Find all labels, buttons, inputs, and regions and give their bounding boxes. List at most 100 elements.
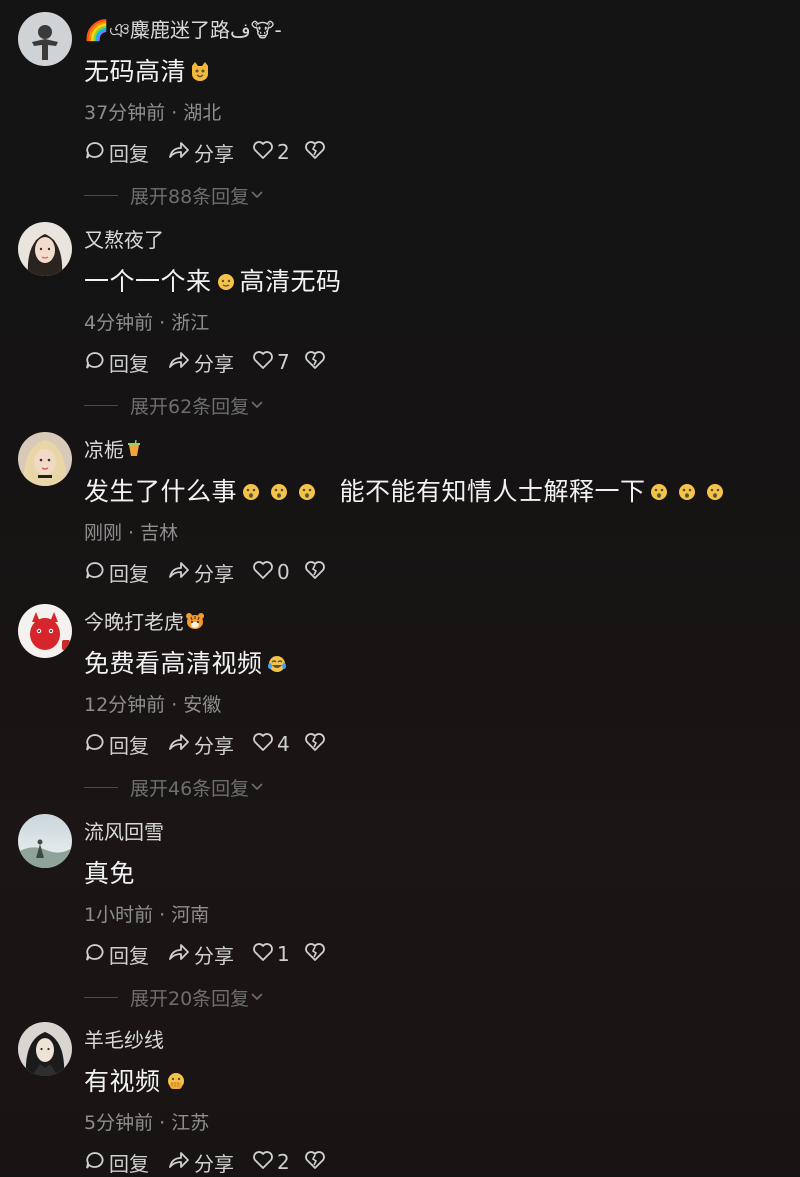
heart-icon [252,560,277,585]
reply-button[interactable]: 回复 [84,348,149,377]
comment-actions: 回复 分享 2 [84,1148,347,1176]
dislike-button[interactable] [304,942,329,967]
share-arrow-icon [167,941,194,968]
expand-replies[interactable]: 展开20条回复 [84,984,265,1011]
chevron-down-icon [249,777,265,799]
heart-icon [252,732,277,757]
broken-heart-icon [304,732,329,757]
expand-replies[interactable]: 展开62条回复 [84,392,265,419]
comment-text-part: 有视频 [84,1067,161,1096]
divider-line [84,405,118,406]
like-count: 2 [277,1150,290,1174]
speech-bubble-icon [84,941,109,968]
share-arrow-icon [167,1149,194,1176]
share-button[interactable]: 分享 [167,1148,234,1177]
username-text: 凉栀 [84,438,124,462]
time-location: 12分钟前 · 安徽 [84,694,222,716]
avatar[interactable] [18,1022,72,1076]
heart-icon [252,350,277,375]
share-button[interactable]: 分享 [167,730,234,759]
reply-label: 回复 [109,943,149,968]
like-count: 1 [277,942,290,966]
reply-button[interactable]: 回复 [84,138,149,167]
comment-actions: 回复 分享 4 [84,730,347,758]
peek-emoji-icon [164,1069,188,1098]
comment-text: 免费看高清视频 [84,644,291,680]
dislike-button[interactable] [304,732,329,757]
divider-line [84,195,118,196]
time-location: 5分钟前 · 江苏 [84,1112,210,1134]
shocked-emoji-icon [240,479,262,508]
reply-label: 回复 [109,351,149,376]
comment-text-part: 发生了什么事 [84,477,238,506]
share-label: 分享 [194,141,234,166]
avatar[interactable] [18,604,72,658]
share-button[interactable]: 分享 [167,348,234,377]
time-location: 37分钟前 · 湖北 [84,102,222,124]
username-text: 今晚打老虎 [84,610,184,634]
chevron-down-icon [249,987,265,1009]
like-button[interactable]: 1 [252,942,290,967]
comment-text-part: 高清无码 [239,267,342,296]
time-location: 1小时前 · 河南 [84,904,210,926]
share-arrow-icon [167,559,194,586]
username[interactable]: 凉栀 [84,434,144,464]
avatar[interactable] [18,12,72,66]
chevron-down-icon [249,395,265,417]
expand-label: 展开62条回复 [130,396,250,418]
like-button[interactable]: 4 [252,732,290,757]
like-count: 0 [277,560,290,584]
comment-text: 一个一个来 高清无码 [84,262,342,298]
expand-replies[interactable]: 展开88条回复 [84,182,265,209]
heart-icon [252,1150,277,1175]
broken-heart-icon [304,1150,329,1175]
speech-bubble-icon [84,559,109,586]
dislike-button[interactable] [304,350,329,375]
avatar[interactable] [18,432,72,486]
broken-heart-icon [304,350,329,375]
username[interactable]: 羊毛纱线 [84,1024,164,1053]
avatar[interactable] [18,814,72,868]
like-button[interactable]: 7 [252,350,290,375]
comment-actions: 回复 分享 1 [84,940,347,968]
broken-heart-icon [304,560,329,585]
reply-label: 回复 [109,733,149,758]
heart-icon [252,942,277,967]
share-label: 分享 [194,351,234,376]
share-button[interactable]: 分享 [167,138,234,167]
divider-line [84,997,118,998]
time-location: 刚刚 · 吉林 [84,522,179,544]
username[interactable]: 🌈ঞ麋鹿迷了路ف🐮- [84,14,282,49]
speech-bubble-icon [84,139,109,166]
share-label: 分享 [194,733,234,758]
reply-button[interactable]: 回复 [84,1148,149,1177]
comment-text: 有视频 [84,1062,191,1098]
expand-replies[interactable]: 展开46条回复 [84,774,265,801]
share-label: 分享 [194,1151,234,1176]
reply-label: 回复 [109,561,149,586]
username[interactable]: 今晚打老虎 [84,606,206,636]
dislike-button[interactable] [304,1150,329,1175]
username[interactable]: 流风回雪 [84,816,164,845]
share-button[interactable]: 分享 [167,940,234,969]
dislike-button[interactable] [304,140,329,165]
share-button[interactable]: 分享 [167,558,234,587]
share-arrow-icon [167,139,194,166]
expand-label: 展开46条回复 [130,778,250,800]
reply-label: 回复 [109,1151,149,1176]
like-count: 2 [277,140,290,164]
reply-button[interactable]: 回复 [84,730,149,759]
like-button[interactable]: 0 [252,560,290,585]
like-count: 4 [277,732,290,756]
reply-button[interactable]: 回复 [84,558,149,587]
reply-button[interactable]: 回复 [84,940,149,969]
speech-bubble-icon [84,349,109,376]
username[interactable]: 又熬夜了 [84,224,164,253]
dislike-button[interactable] [304,560,329,585]
like-button[interactable]: 2 [252,140,290,165]
shocked-emoji-icon [676,479,698,508]
like-button[interactable]: 2 [252,1150,290,1175]
drink-icon [124,439,144,464]
avatar[interactable] [18,222,72,276]
share-arrow-icon [167,349,194,376]
